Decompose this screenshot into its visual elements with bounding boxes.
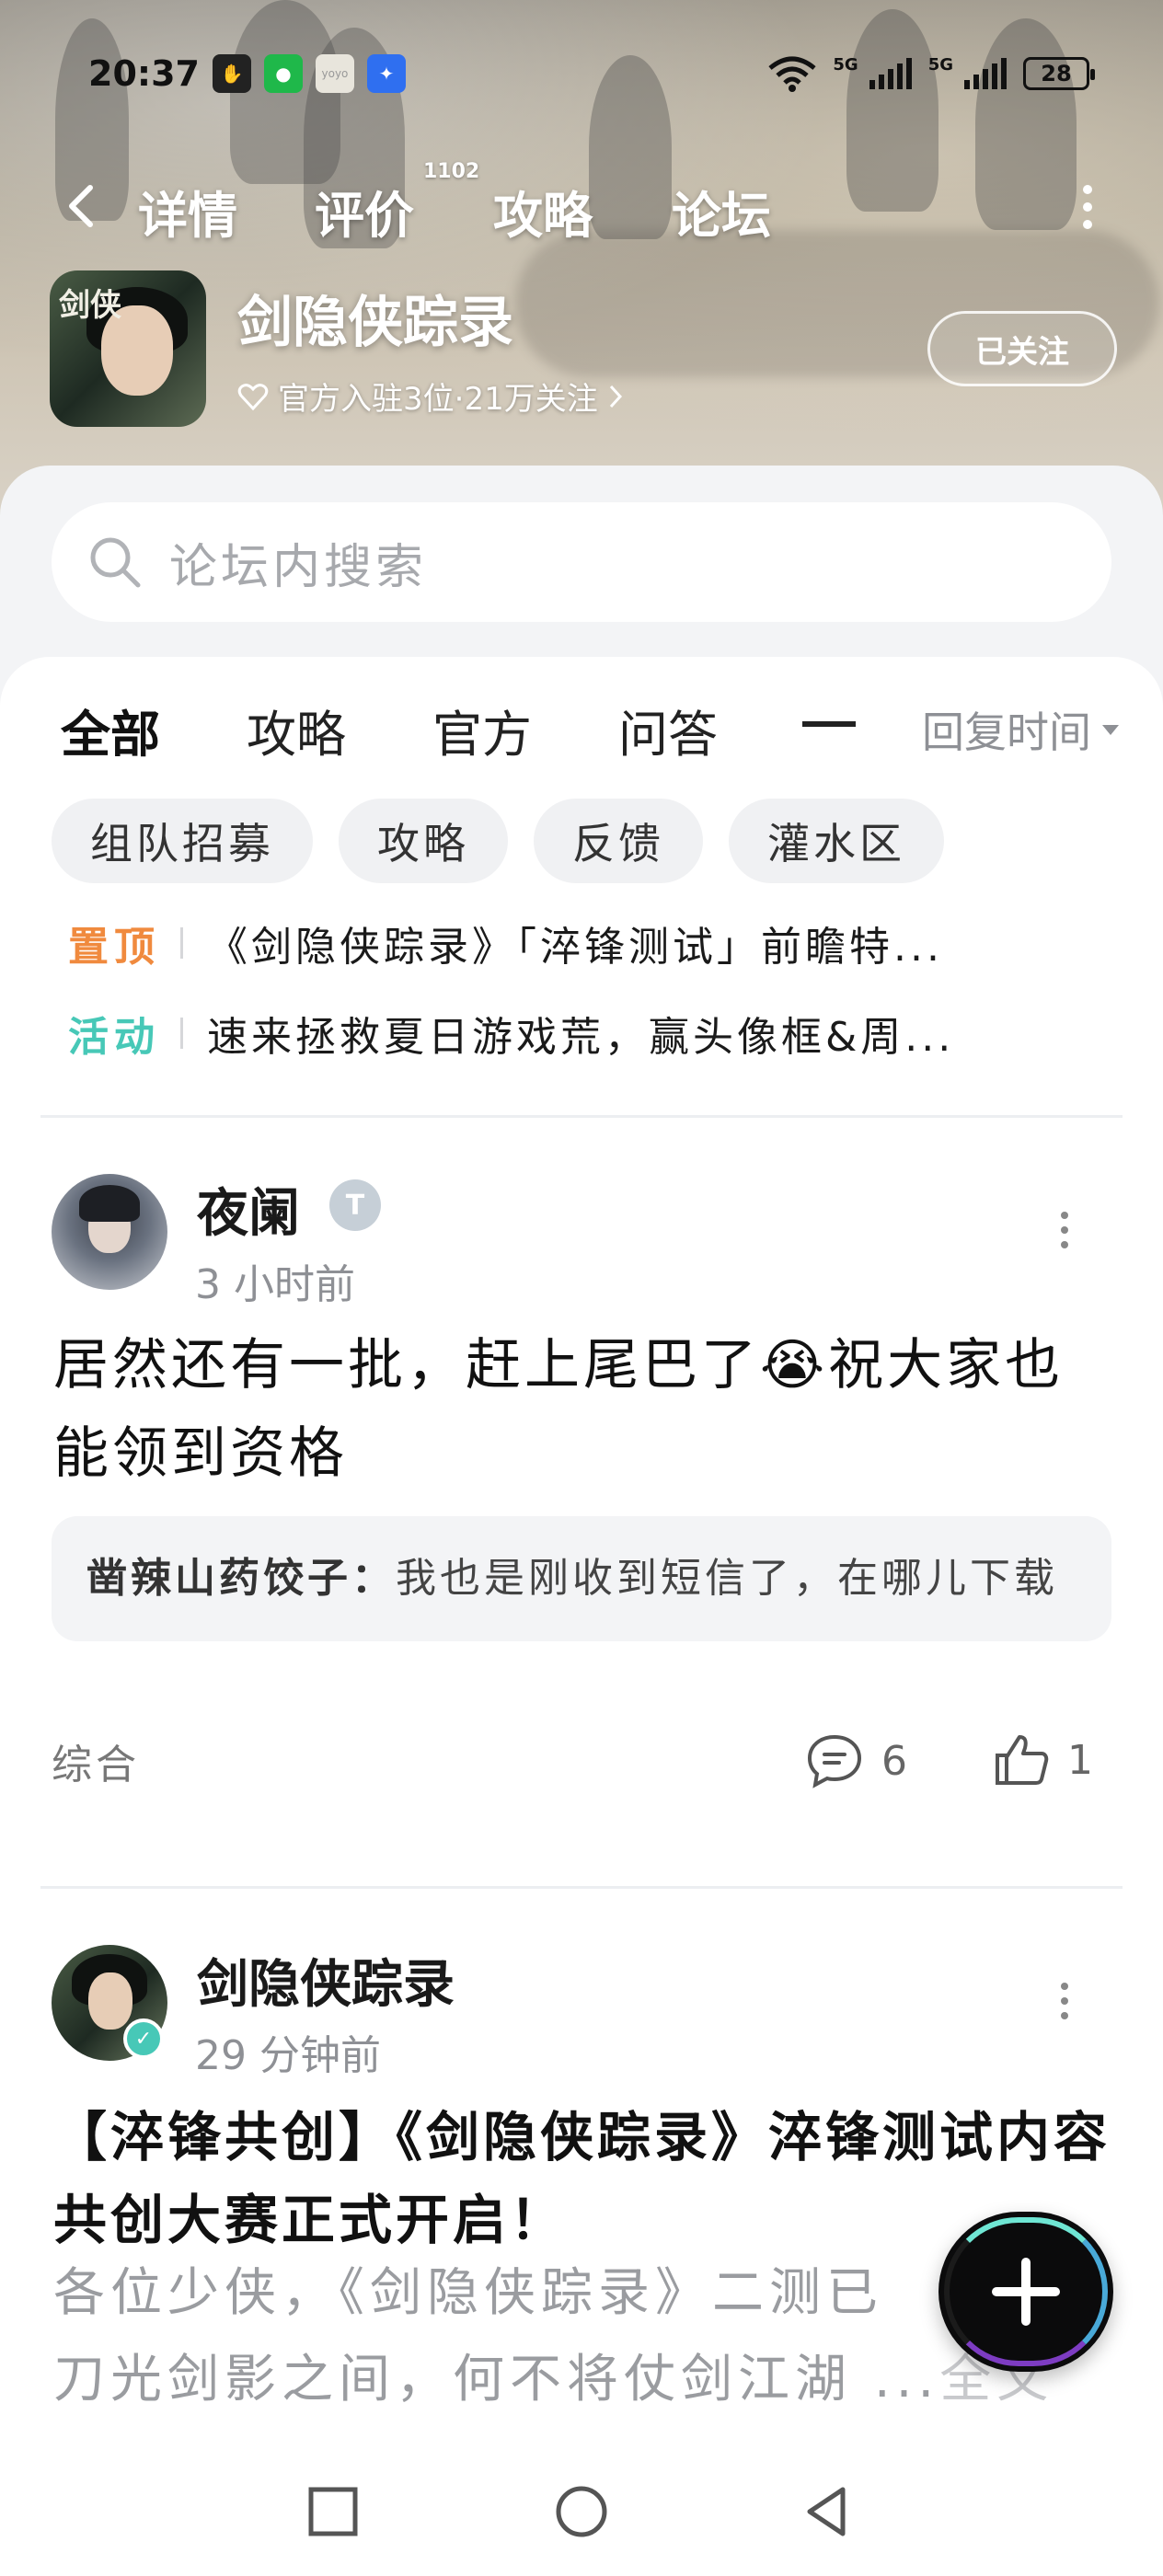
avatar[interactable]	[52, 1174, 167, 1290]
comment-icon	[807, 1734, 862, 1788]
category-tab-guides[interactable]: 攻略	[247, 694, 346, 766]
game-info: 剑侠 剑隐侠踪录 官方入驻3位·21万关注 已关注	[50, 270, 1117, 427]
more-vertical-icon[interactable]	[1060, 1211, 1069, 1249]
category-tab-official[interactable]: 官方	[432, 694, 532, 766]
category-tab-qa[interactable]: 问答	[618, 694, 718, 766]
category-tab-all-label: 全部	[61, 706, 160, 764]
category-tabs: 全部 攻略 官方 问答 回复时间	[61, 694, 1119, 776]
more-vertical-icon[interactable]	[1060, 1982, 1069, 2020]
pinned-notice-text: 《剑隐侠踪录》「淬锋测试」前瞻特...	[207, 924, 943, 971]
author-name[interactable]: 剑隐侠踪录	[197, 1943, 455, 2018]
tab-forum[interactable]: 论坛	[672, 175, 771, 251]
sort-label: 回复时间	[922, 707, 1091, 757]
tab-details[interactable]: 详情	[138, 175, 237, 247]
topic-chips: 组队招募 攻略 反馈 灌水区	[52, 799, 944, 883]
system-nav-bar	[0, 2447, 1163, 2576]
post-time: 29 分钟前	[195, 2032, 381, 2079]
game-meta-text: 官方入驻3位·21万关注	[278, 381, 598, 418]
category-tab-overflow	[802, 721, 856, 727]
reviews-count-badge: 1102	[423, 160, 480, 183]
game-title: 剑隐侠踪录	[237, 291, 513, 355]
post-title: 【淬锋共创】《剑隐侠踪录》淬锋测试内容共创大赛正式开启！	[53, 2106, 1111, 2251]
like-count: 1	[1067, 1736, 1093, 1784]
yoyo-icon: yoyo	[315, 54, 354, 93]
reply-preview[interactable]: 凿辣山药饺子：我也是刚收到短信了，在哪儿下载	[52, 1516, 1111, 1641]
wechat-icon: ●	[263, 54, 303, 93]
chip-team-recruit[interactable]: 组队招募	[52, 799, 313, 883]
feishu-icon: ✦	[366, 54, 406, 93]
detail-nav: 详情 评价 1102 攻略 论坛	[0, 160, 1163, 251]
user-level-icon: T	[329, 1179, 381, 1231]
event-notice[interactable]: 活动 速来拯救夏日游戏荒，赢头像框&周...	[68, 1001, 1099, 1065]
tab-guides[interactable]: 攻略	[493, 175, 593, 247]
network-label: 5G	[927, 55, 953, 75]
status-time: 20:37	[88, 53, 200, 94]
more-vertical-icon[interactable]	[1080, 184, 1095, 230]
reply-text: 我也是刚收到短信了，在哪儿下载	[396, 1555, 1058, 1602]
post-excerpt-line-2: 刀光剑影之间，何不将仗剑江湖 ...全文	[53, 2337, 1111, 2423]
post-excerpt-text: 刀光剑影之间，何不将仗剑江湖	[53, 2350, 852, 2409]
create-post-button[interactable]	[938, 2212, 1113, 2372]
chip-guides[interactable]: 攻略	[339, 799, 508, 883]
category-tab-all[interactable]: 全部	[61, 694, 160, 776]
pinned-tag: 置顶	[68, 924, 160, 971]
chevron-right-icon	[609, 385, 622, 408]
recent-apps-icon[interactable]	[304, 2482, 363, 2541]
forum-post[interactable]: 夜阑 T 3 小时前 居然还有一批，赶上尾巴了😭祝大家也能领到资格 凿辣山药饺子…	[0, 1174, 1163, 1818]
game-icon-logo: 剑侠	[59, 287, 121, 324]
game-icon[interactable]: 剑侠	[50, 270, 206, 427]
verified-icon: ✓	[123, 2018, 164, 2059]
tab-forum-label: 论坛	[672, 187, 771, 245]
back-icon[interactable]	[61, 184, 105, 228]
chip-chat[interactable]: 灌水区	[729, 799, 944, 883]
event-notice-text: 速来拯救夏日游戏荒，赢头像框&周...	[207, 1014, 955, 1061]
active-category-indicator	[64, 765, 156, 776]
wifi-icon	[768, 56, 816, 92]
hand-icon: ✋	[212, 54, 251, 93]
home-icon[interactable]	[552, 2482, 611, 2541]
pinned-notice[interactable]: 置顶 《剑隐侠踪录》「淬锋测试」前瞻特...	[68, 911, 1099, 975]
game-meta[interactable]: 官方入驻3位·21万关注	[237, 374, 624, 419]
event-tag: 活动	[68, 1014, 160, 1061]
notice-separator	[180, 1018, 183, 1049]
signal-icon	[964, 58, 1007, 89]
post-footer: 综合 6 1	[52, 1724, 1110, 1798]
back-nav-icon[interactable]	[799, 2482, 858, 2541]
game-hero-banner: 20:37 ✋ ● yoyo ✦ 5G 5G 28 详情 评价 1102 攻略 …	[0, 0, 1163, 515]
post-time: 3 小时前	[195, 1261, 355, 1308]
status-bar: 20:37 ✋ ● yoyo ✦ 5G 5G 28	[0, 46, 1163, 101]
ellipsis: ...	[873, 2350, 940, 2409]
post-body: 居然还有一批，赶上尾巴了😭祝大家也能领到资格	[53, 1333, 1065, 1486]
battery-indicator: 28	[1023, 57, 1095, 90]
caret-down-icon	[1102, 724, 1119, 735]
plus-icon	[992, 2258, 1060, 2326]
divider	[40, 1886, 1123, 1889]
divider	[40, 1115, 1123, 1118]
heart-shield-icon	[237, 383, 269, 410]
comment-button[interactable]: 6	[806, 1733, 907, 1788]
search-icon	[90, 537, 141, 588]
post-category-tag[interactable]: 综合	[52, 1731, 140, 1790]
follow-button[interactable]: 已关注	[927, 311, 1117, 386]
author-name[interactable]: 夜阑	[197, 1172, 300, 1247]
network-label: 5G	[833, 55, 858, 75]
thumbs-up-icon	[996, 1735, 1049, 1785]
search-placeholder: 论坛内搜索	[169, 539, 428, 595]
comment-count: 6	[881, 1737, 907, 1785]
reply-author: 凿辣山药饺子：	[86, 1555, 396, 1602]
forum-search-input[interactable]: 论坛内搜索	[52, 502, 1111, 622]
like-button[interactable]: 1	[994, 1733, 1093, 1787]
sort-dropdown[interactable]: 回复时间	[922, 699, 1119, 760]
tab-reviews[interactable]: 评价	[315, 175, 414, 247]
notice-separator	[180, 927, 183, 959]
chip-feedback[interactable]: 反馈	[534, 799, 703, 883]
signal-icon	[869, 58, 912, 89]
